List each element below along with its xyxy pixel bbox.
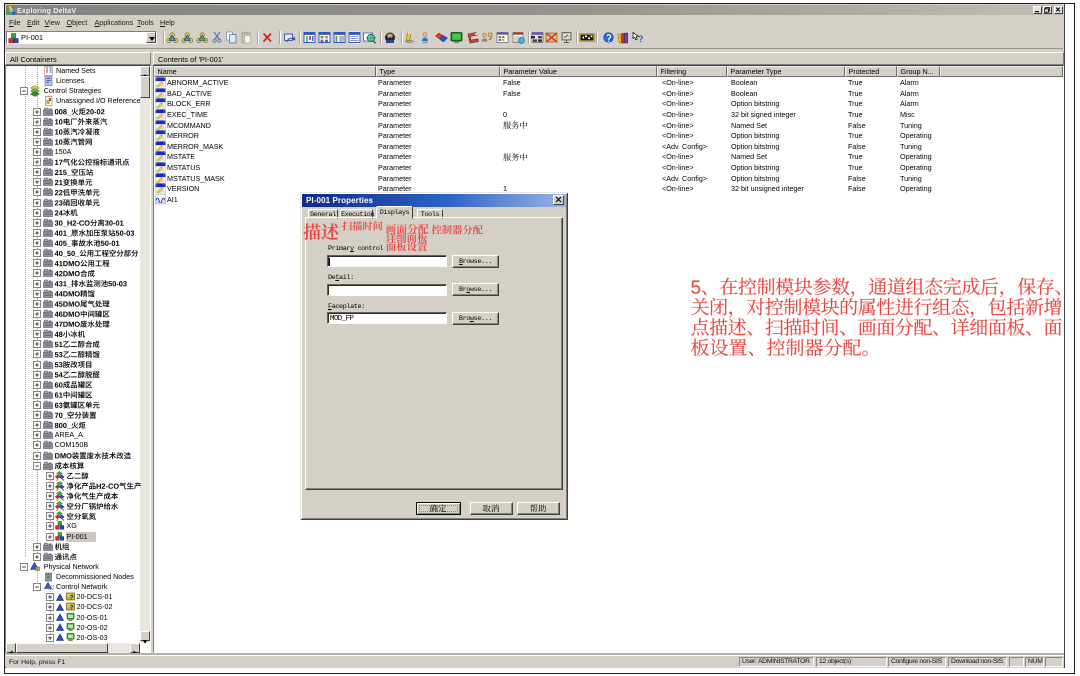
- svg-text:?: ?: [69, 595, 73, 602]
- svg-text:?: ?: [638, 34, 644, 44]
- svg-text:?: ?: [69, 605, 73, 612]
